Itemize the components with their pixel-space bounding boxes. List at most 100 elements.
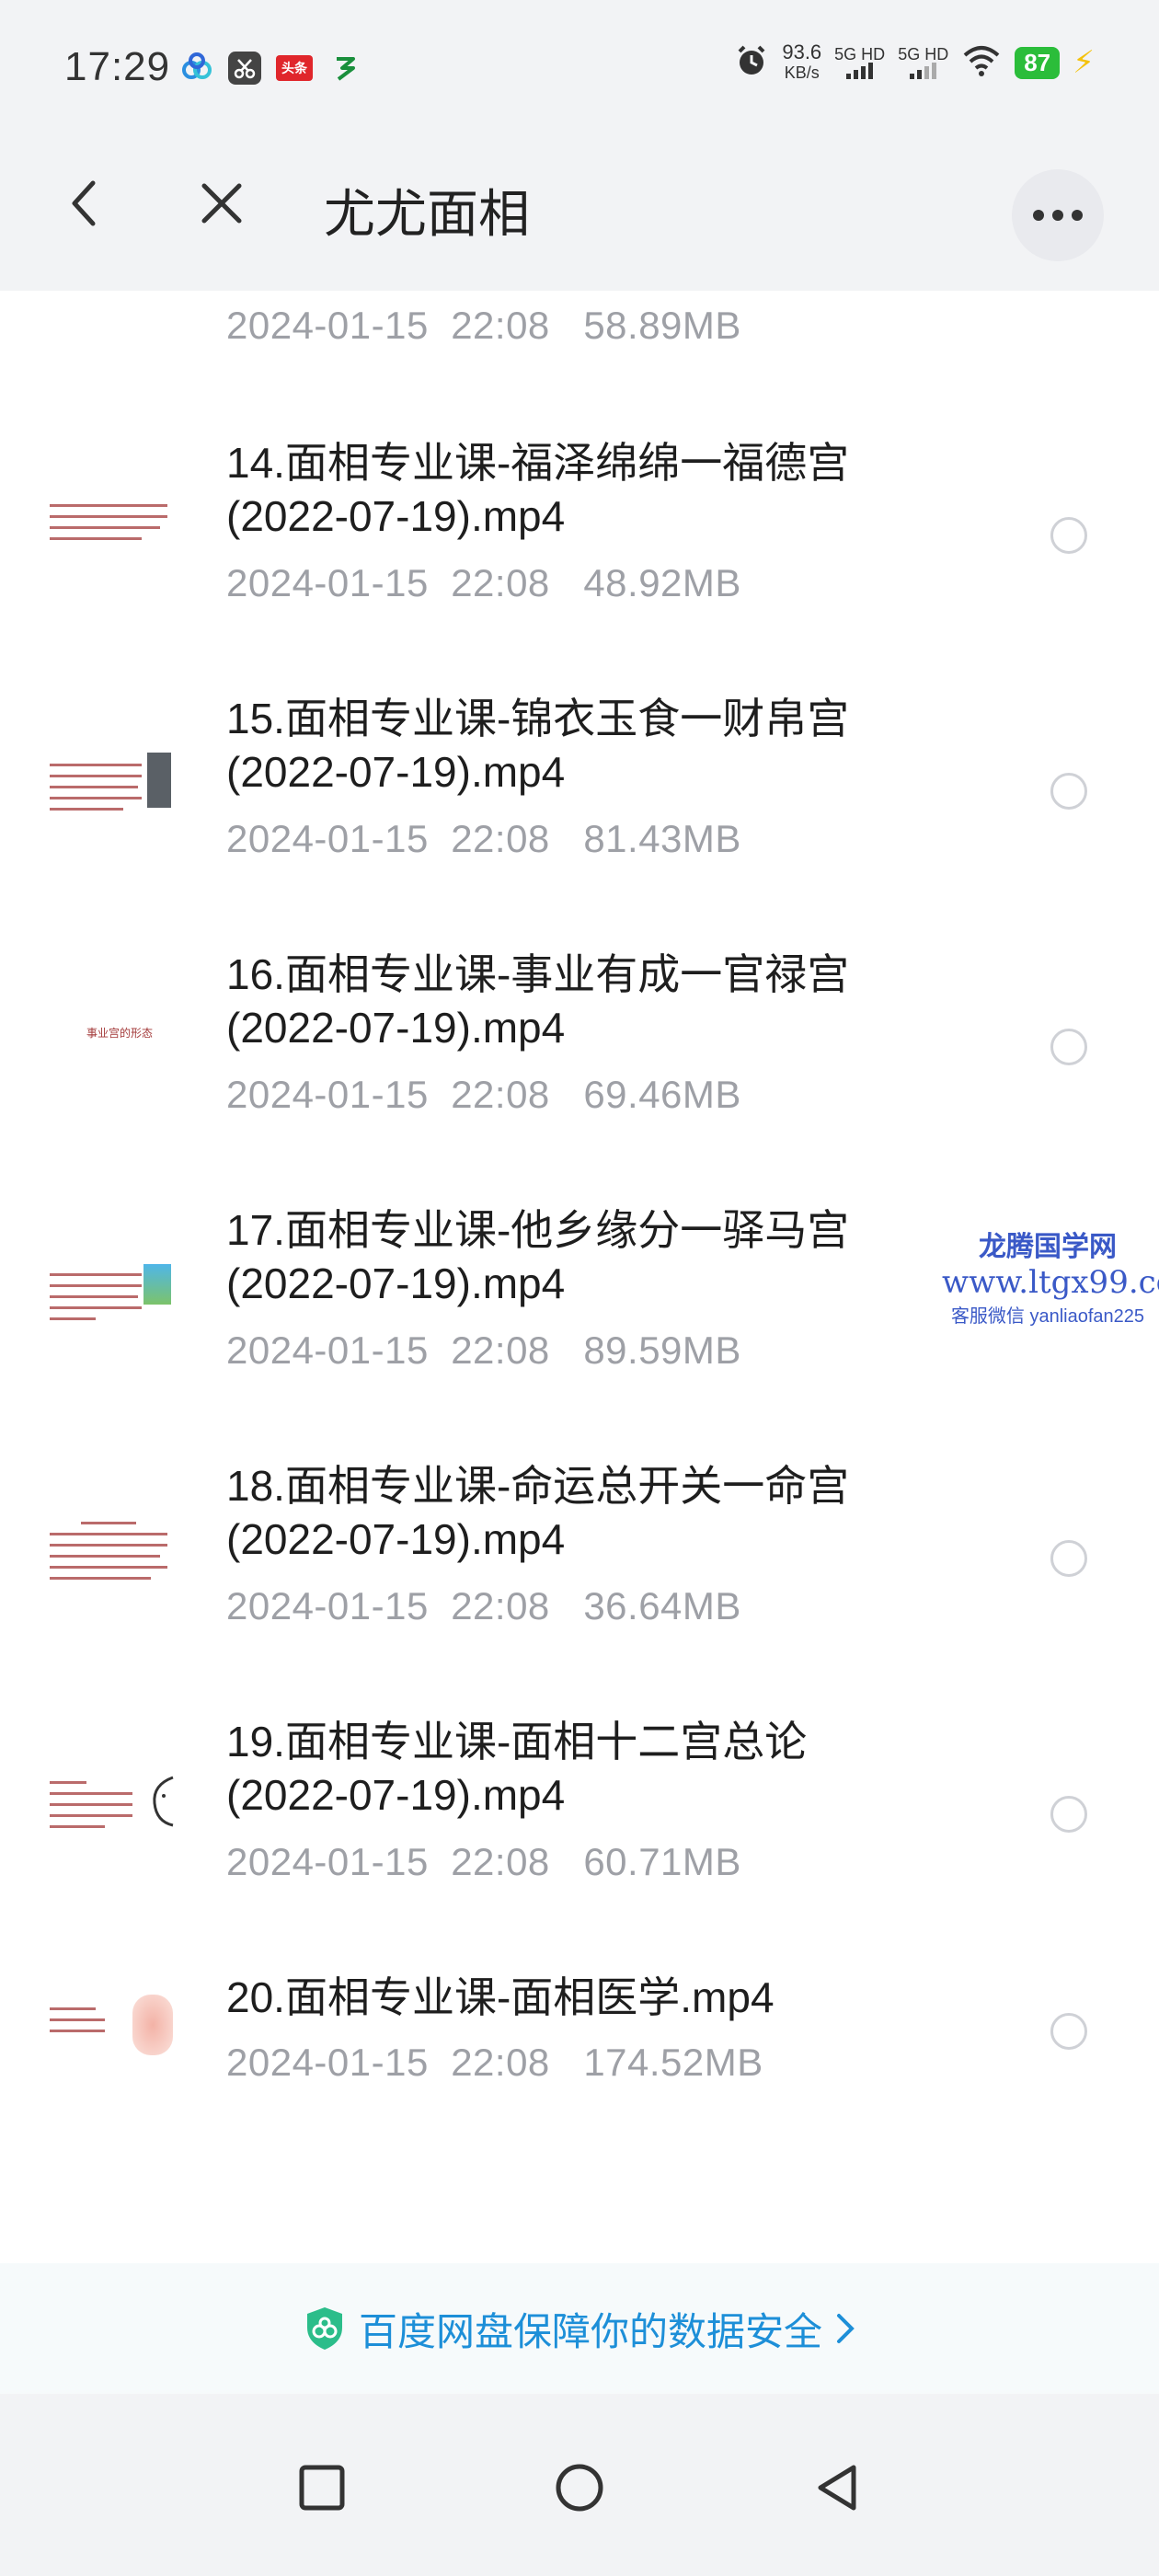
close-icon bbox=[201, 183, 242, 224]
file-time: 22:08 bbox=[451, 2041, 550, 2084]
file-name: 14.面相专业课-福泽绵绵一福德宫(2022-07-19).mp4 bbox=[226, 439, 850, 540]
signal-2: 5G HD bbox=[898, 46, 948, 79]
file-name: 20.面相专业课-面相医学.mp4 bbox=[226, 1973, 775, 2021]
file-name: 15.面相专业课-锦衣玉食一财帛宫(2022-07-19).mp4 bbox=[226, 695, 850, 796]
network-speed: 93.6 KB/s bbox=[782, 42, 821, 83]
file-row[interactable]: 14.面相专业课-福泽绵绵一福德宫(2022-07-19).mp4 2024-0… bbox=[0, 414, 1159, 670]
baidu-netdisk-icon bbox=[180, 52, 213, 85]
file-meta-partial: 2024-01-15 22:08 58.89MB bbox=[226, 304, 741, 348]
back-button[interactable] bbox=[52, 171, 116, 236]
select-radio[interactable] bbox=[1050, 773, 1087, 810]
file-name: 18.面相专业课-命运总开关一命宫(2022-07-19).mp4 bbox=[226, 1462, 850, 1563]
select-radio[interactable] bbox=[1050, 1540, 1087, 1577]
file-size: 58.89MB bbox=[583, 304, 741, 347]
file-size: 69.46MB bbox=[583, 1073, 741, 1116]
video-thumbnail bbox=[44, 1770, 178, 1851]
shield-icon bbox=[306, 2307, 342, 2350]
file-row[interactable]: 事业宫的形态 16.面相专业课-事业有成一官禄宫(2022-07-19).mp4… bbox=[0, 926, 1159, 1181]
video-thumbnail bbox=[44, 1262, 178, 1343]
close-button[interactable] bbox=[189, 171, 254, 236]
video-thumbnail bbox=[44, 1989, 178, 2070]
file-name: 17.面相专业课-他乡缘分一驿马宫(2022-07-19).mp4 bbox=[226, 1206, 850, 1307]
battery-indicator: 87 bbox=[1015, 46, 1061, 79]
file-time: 22:08 bbox=[451, 817, 550, 860]
file-size: 36.64MB bbox=[583, 1584, 741, 1627]
wifi-icon bbox=[961, 44, 1002, 82]
alarm-icon bbox=[734, 43, 769, 83]
file-meta: 2024-01-15 22:08 36.64MB bbox=[226, 1584, 741, 1628]
watermark-contact: 客服微信 yanliaofan225 bbox=[950, 1306, 1145, 1327]
file-name: 19.面相专业课-面相十二宫总论(2022-07-19).mp4 bbox=[226, 1718, 808, 1819]
file-row[interactable]: 15.面相专业课-锦衣玉食一财帛宫(2022-07-19).mp4 2024-0… bbox=[0, 670, 1159, 926]
status-indicators: 93.6 KB/s 5G HD 5G HD 87 ⚡ bbox=[734, 42, 1095, 83]
signal-bars-icon bbox=[910, 63, 937, 79]
file-meta: 2024-01-15 22:08 174.52MB bbox=[226, 2041, 763, 2085]
watermark: 龙腾国学网 www.ltgx99.com 客服微信 yanliaofan225 bbox=[942, 1224, 1159, 1328]
file-row[interactable]: 19.面相专业课-面相十二宫总论(2022-07-19).mp4 2024-01… bbox=[0, 1693, 1159, 1949]
signal-1-label: 5G HD bbox=[834, 45, 886, 63]
file-size: 60.71MB bbox=[583, 1840, 741, 1883]
file-row[interactable]: 18.面相专业课-命运总开关一命宫(2022-07-19).mp4 2024-0… bbox=[0, 1437, 1159, 1693]
file-date: 2024-01-15 bbox=[226, 561, 429, 604]
square-icon bbox=[299, 2465, 345, 2511]
select-radio[interactable] bbox=[1050, 1796, 1087, 1833]
status-bar: 17:29 头条 93.6 KB/s 5G HD 5G HD 87 ⚡ bbox=[0, 0, 1159, 116]
video-thumbnail bbox=[44, 753, 178, 834]
triangle-back-icon bbox=[818, 2465, 856, 2511]
file-meta: 2024-01-15 22:08 81.43MB bbox=[226, 817, 741, 861]
file-time: 22:08 bbox=[451, 304, 550, 347]
select-radio[interactable] bbox=[1050, 517, 1087, 554]
file-meta: 2024-01-15 22:08 69.46MB bbox=[226, 1073, 741, 1117]
file-time: 22:08 bbox=[451, 1073, 550, 1116]
signal-2-label: 5G HD bbox=[898, 45, 949, 63]
home-button[interactable] bbox=[543, 2451, 616, 2524]
recents-button[interactable] bbox=[285, 2451, 359, 2524]
watermark-title: 龙腾国学网 bbox=[979, 1232, 1117, 1262]
circle-icon bbox=[556, 2464, 603, 2512]
file-date: 2024-01-15 bbox=[226, 1584, 429, 1627]
network-speed-unit: KB/s bbox=[784, 63, 820, 82]
signal-1: 5G HD bbox=[834, 46, 885, 79]
file-meta: 2024-01-15 22:08 60.71MB bbox=[226, 1840, 741, 1884]
status-app-icons: 头条 bbox=[180, 52, 361, 85]
signal-bars-icon bbox=[846, 63, 874, 79]
video-thumbnail: 事业宫的形态 bbox=[44, 999, 178, 1080]
more-options-button[interactable] bbox=[1012, 169, 1104, 261]
video-thumbnail bbox=[44, 484, 178, 565]
post-app-icon bbox=[327, 52, 361, 85]
file-time: 22:08 bbox=[451, 1584, 550, 1627]
chevron-left-icon bbox=[72, 180, 96, 226]
file-date: 2024-01-15 bbox=[226, 1840, 429, 1883]
page-title: 尤尤面相 bbox=[324, 185, 530, 243]
file-size: 89.59MB bbox=[583, 1328, 741, 1372]
file-size: 174.52MB bbox=[583, 2041, 763, 2084]
file-date: 2024-01-15 bbox=[226, 304, 429, 347]
video-thumbnail bbox=[44, 1512, 178, 1593]
chevron-right-icon bbox=[837, 2314, 855, 2343]
more-dot-icon bbox=[1033, 210, 1044, 221]
more-dot-icon bbox=[1072, 210, 1083, 221]
file-row[interactable]: 20.面相专业课-面相医学.mp4 2024-01-15 22:08 174.5… bbox=[0, 1949, 1159, 2204]
select-radio[interactable] bbox=[1050, 1029, 1087, 1065]
file-size: 48.92MB bbox=[583, 561, 741, 604]
network-speed-value: 93.6 bbox=[782, 40, 822, 63]
back-nav-button[interactable] bbox=[800, 2451, 874, 2524]
file-date: 2024-01-15 bbox=[226, 2041, 429, 2084]
file-date: 2024-01-15 bbox=[226, 817, 429, 860]
file-time: 22:08 bbox=[451, 1840, 550, 1883]
thumbnail-caption: 事业宫的形态 bbox=[86, 1027, 154, 1040]
charging-icon: ⚡ bbox=[1073, 45, 1095, 80]
file-meta: 2024-01-15 22:08 48.92MB bbox=[226, 561, 741, 605]
file-size: 81.43MB bbox=[583, 817, 741, 860]
app-header: 尤尤面相 bbox=[0, 116, 1159, 291]
file-name: 16.面相专业课-事业有成一官禄宫(2022-07-19).mp4 bbox=[226, 950, 850, 1052]
scissors-app-icon bbox=[228, 52, 261, 85]
select-radio[interactable] bbox=[1050, 2013, 1087, 2050]
file-date: 2024-01-15 bbox=[226, 1328, 429, 1372]
status-time: 17:29 bbox=[64, 44, 171, 89]
system-nav-bar bbox=[0, 2394, 1159, 2576]
file-time: 22:08 bbox=[451, 561, 550, 604]
file-time: 22:08 bbox=[451, 1328, 550, 1372]
toutiao-icon: 头条 bbox=[276, 55, 313, 81]
security-banner[interactable]: 百度网盘保障你的数据安全 bbox=[0, 2263, 1159, 2394]
